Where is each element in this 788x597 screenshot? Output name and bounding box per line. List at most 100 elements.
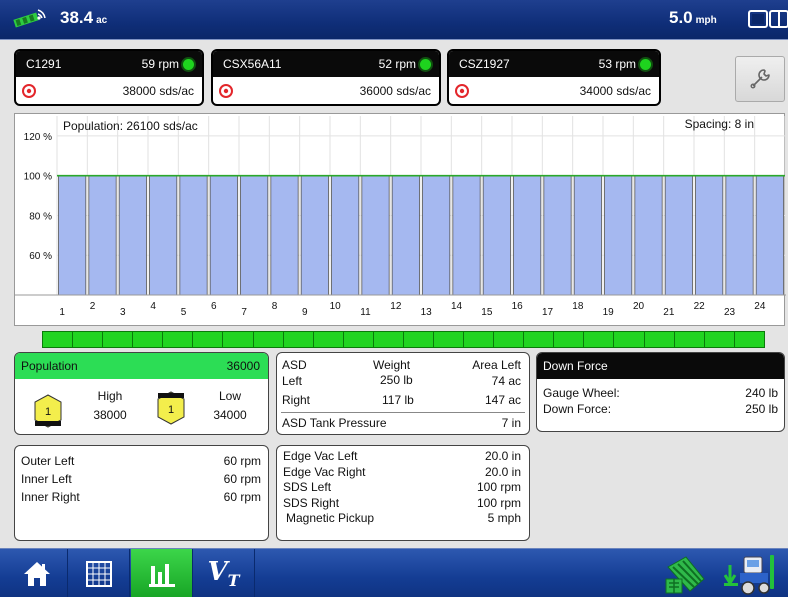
- home-icon: [23, 561, 50, 586]
- bar: [422, 175, 451, 296]
- vac-value: 20.0 in: [484, 464, 521, 479]
- gauge-wheel-value: 240 lb: [745, 386, 778, 400]
- screen-split-icon[interactable]: [748, 9, 788, 31]
- rpm-status-icon: [420, 58, 431, 70]
- low-rate-icon[interactable]: 1: [156, 391, 186, 425]
- product-name: C1291: [26, 57, 62, 71]
- row-status-cell: [43, 332, 74, 347]
- rpm-status-icon: [640, 58, 651, 70]
- vac-value: 20.0 in: [484, 449, 521, 463]
- bar: [543, 175, 572, 296]
- product-rpm-value: 52 rpm: [378, 57, 416, 71]
- bar: [58, 175, 87, 296]
- row-status-cell: [614, 332, 645, 347]
- x-tick-label: 22: [694, 301, 706, 312]
- bar: [664, 175, 693, 296]
- fan-label: Inner Left: [21, 472, 72, 486]
- y-tick-label: 80 %: [29, 211, 52, 222]
- fan-label: Outer Left: [21, 454, 75, 468]
- x-tick-label: 14: [451, 301, 463, 312]
- vt-sub-label: T: [227, 571, 240, 591]
- bar: [755, 175, 784, 296]
- population-bar-chart: 120 %100 %80 %60 %1234567891011121314151…: [15, 116, 786, 318]
- vac-row: SDS Left 100 rpm: [277, 480, 529, 496]
- gps-satellite-icon[interactable]: [12, 6, 48, 30]
- run-screen-button[interactable]: [131, 549, 193, 597]
- wrench-icon: [750, 69, 770, 89]
- target-icon: [22, 83, 36, 98]
- row-status-cell: [434, 332, 465, 347]
- y-tick-label: 100 %: [24, 172, 52, 183]
- product-box-1[interactable]: C1291 59 rpm 38000 sds/ac: [14, 49, 204, 106]
- bar: [149, 175, 178, 296]
- asd-left-area: 74 ac: [491, 374, 521, 388]
- down-force-row: Down Force: 250 lb: [537, 400, 784, 416]
- virtual-terminal-button[interactable]: VT: [193, 549, 255, 597]
- home-button[interactable]: [6, 549, 68, 597]
- product-box-3[interactable]: CSZ1927 53 rpm 34000 sds/ac: [447, 49, 661, 106]
- row-status-cell: [644, 332, 675, 347]
- asd-pressure-label: ASD Tank Pressure: [282, 416, 387, 430]
- x-tick-label: 16: [512, 301, 524, 312]
- vac-row: Edge Vac Right 20.0 in: [277, 465, 529, 481]
- asd-left-label: Left: [282, 374, 303, 388]
- product-header: CSZ1927 53 rpm: [449, 51, 659, 77]
- run-screen-icon: [148, 563, 175, 587]
- row-status-cell: [674, 332, 705, 347]
- asd-panel[interactable]: ASD Weight Area Left Left 250 lb 74 ac R…: [276, 352, 530, 435]
- bar: [88, 175, 117, 296]
- vac-label: Edge Vac Right: [283, 464, 366, 479]
- fan-value: 60 rpm: [223, 490, 261, 504]
- vac-value: 100 rpm: [476, 495, 521, 510]
- row-status-cell: [253, 332, 284, 347]
- target-icon: [455, 83, 469, 98]
- field-map-button[interactable]: [664, 553, 708, 597]
- spacing-annotation: Spacing: 8 in: [684, 117, 754, 131]
- row-status-cell: [223, 332, 254, 347]
- row-status-cell: [103, 332, 134, 347]
- vac-label: Edge Vac Left: [283, 449, 358, 463]
- x-tick-label: 13: [421, 307, 433, 318]
- product-name: CSX56A11: [223, 57, 282, 71]
- down-force-panel[interactable]: Down Force Gauge Wheel: 240 lb Down Forc…: [536, 352, 785, 432]
- weight-header: Weight: [373, 358, 411, 372]
- vacuum-panel[interactable]: Edge Vac Left 20.0 in Edge Vac Right 20.…: [276, 445, 530, 541]
- down-force-label: Down Force:: [543, 402, 612, 416]
- vac-value: 5 mph: [487, 511, 521, 525]
- settings-wrench-button[interactable]: [735, 56, 785, 102]
- bar: [240, 175, 269, 296]
- gauge-wheel-row: Gauge Wheel: 240 lb: [537, 379, 784, 400]
- vac-label: SDS Right: [283, 495, 340, 510]
- planter-button[interactable]: [723, 553, 774, 597]
- planter-icon: [723, 555, 774, 595]
- bar: [270, 175, 299, 296]
- population-chart: 120 % 100 % 80 % 60 % 1 2 3 4 5 6 7 8 9 10 11 12 13 14 15 1…: [14, 113, 786, 326]
- asd-right-weight: 117 lb: [382, 393, 414, 407]
- bar: [331, 175, 360, 296]
- product-box-2[interactable]: CSX56A11 52 rpm 36000 sds/ac: [211, 49, 441, 106]
- bar: [482, 175, 511, 296]
- population-panel[interactable]: Population 36000 1 High 38000 1 Low 3400…: [14, 352, 269, 435]
- fan-value: 60 rpm: [223, 454, 261, 468]
- bar: [118, 175, 147, 296]
- x-tick-label: 1: [59, 307, 65, 318]
- bar: [695, 175, 724, 296]
- low-value: 34000: [213, 408, 247, 422]
- vt-label: V: [207, 556, 228, 587]
- row-status-cell: [734, 332, 764, 347]
- product-rate-row: 36000 sds/ac: [213, 77, 439, 104]
- fan-row: Inner Right 60 rpm: [15, 487, 268, 505]
- grid-button[interactable]: [68, 549, 130, 597]
- x-tick-label: 6: [211, 301, 217, 312]
- high-rate-icon[interactable]: 1: [33, 394, 63, 428]
- bar: [300, 175, 329, 296]
- vac-value: 100 rpm: [476, 480, 521, 494]
- fan-speed-panel[interactable]: Outer Left 60 rpm Inner Left 60 rpm Inne…: [14, 445, 269, 541]
- population-label: Population: [21, 359, 78, 373]
- y-tick-label: 60 %: [29, 251, 52, 262]
- product-rpm: 53 rpm: [599, 57, 651, 71]
- bar: [573, 175, 602, 296]
- chart-title: Population: 26100 sds/ac: [63, 119, 198, 133]
- row-status-cell: [403, 332, 435, 347]
- product-header: C1291 59 rpm: [16, 51, 202, 77]
